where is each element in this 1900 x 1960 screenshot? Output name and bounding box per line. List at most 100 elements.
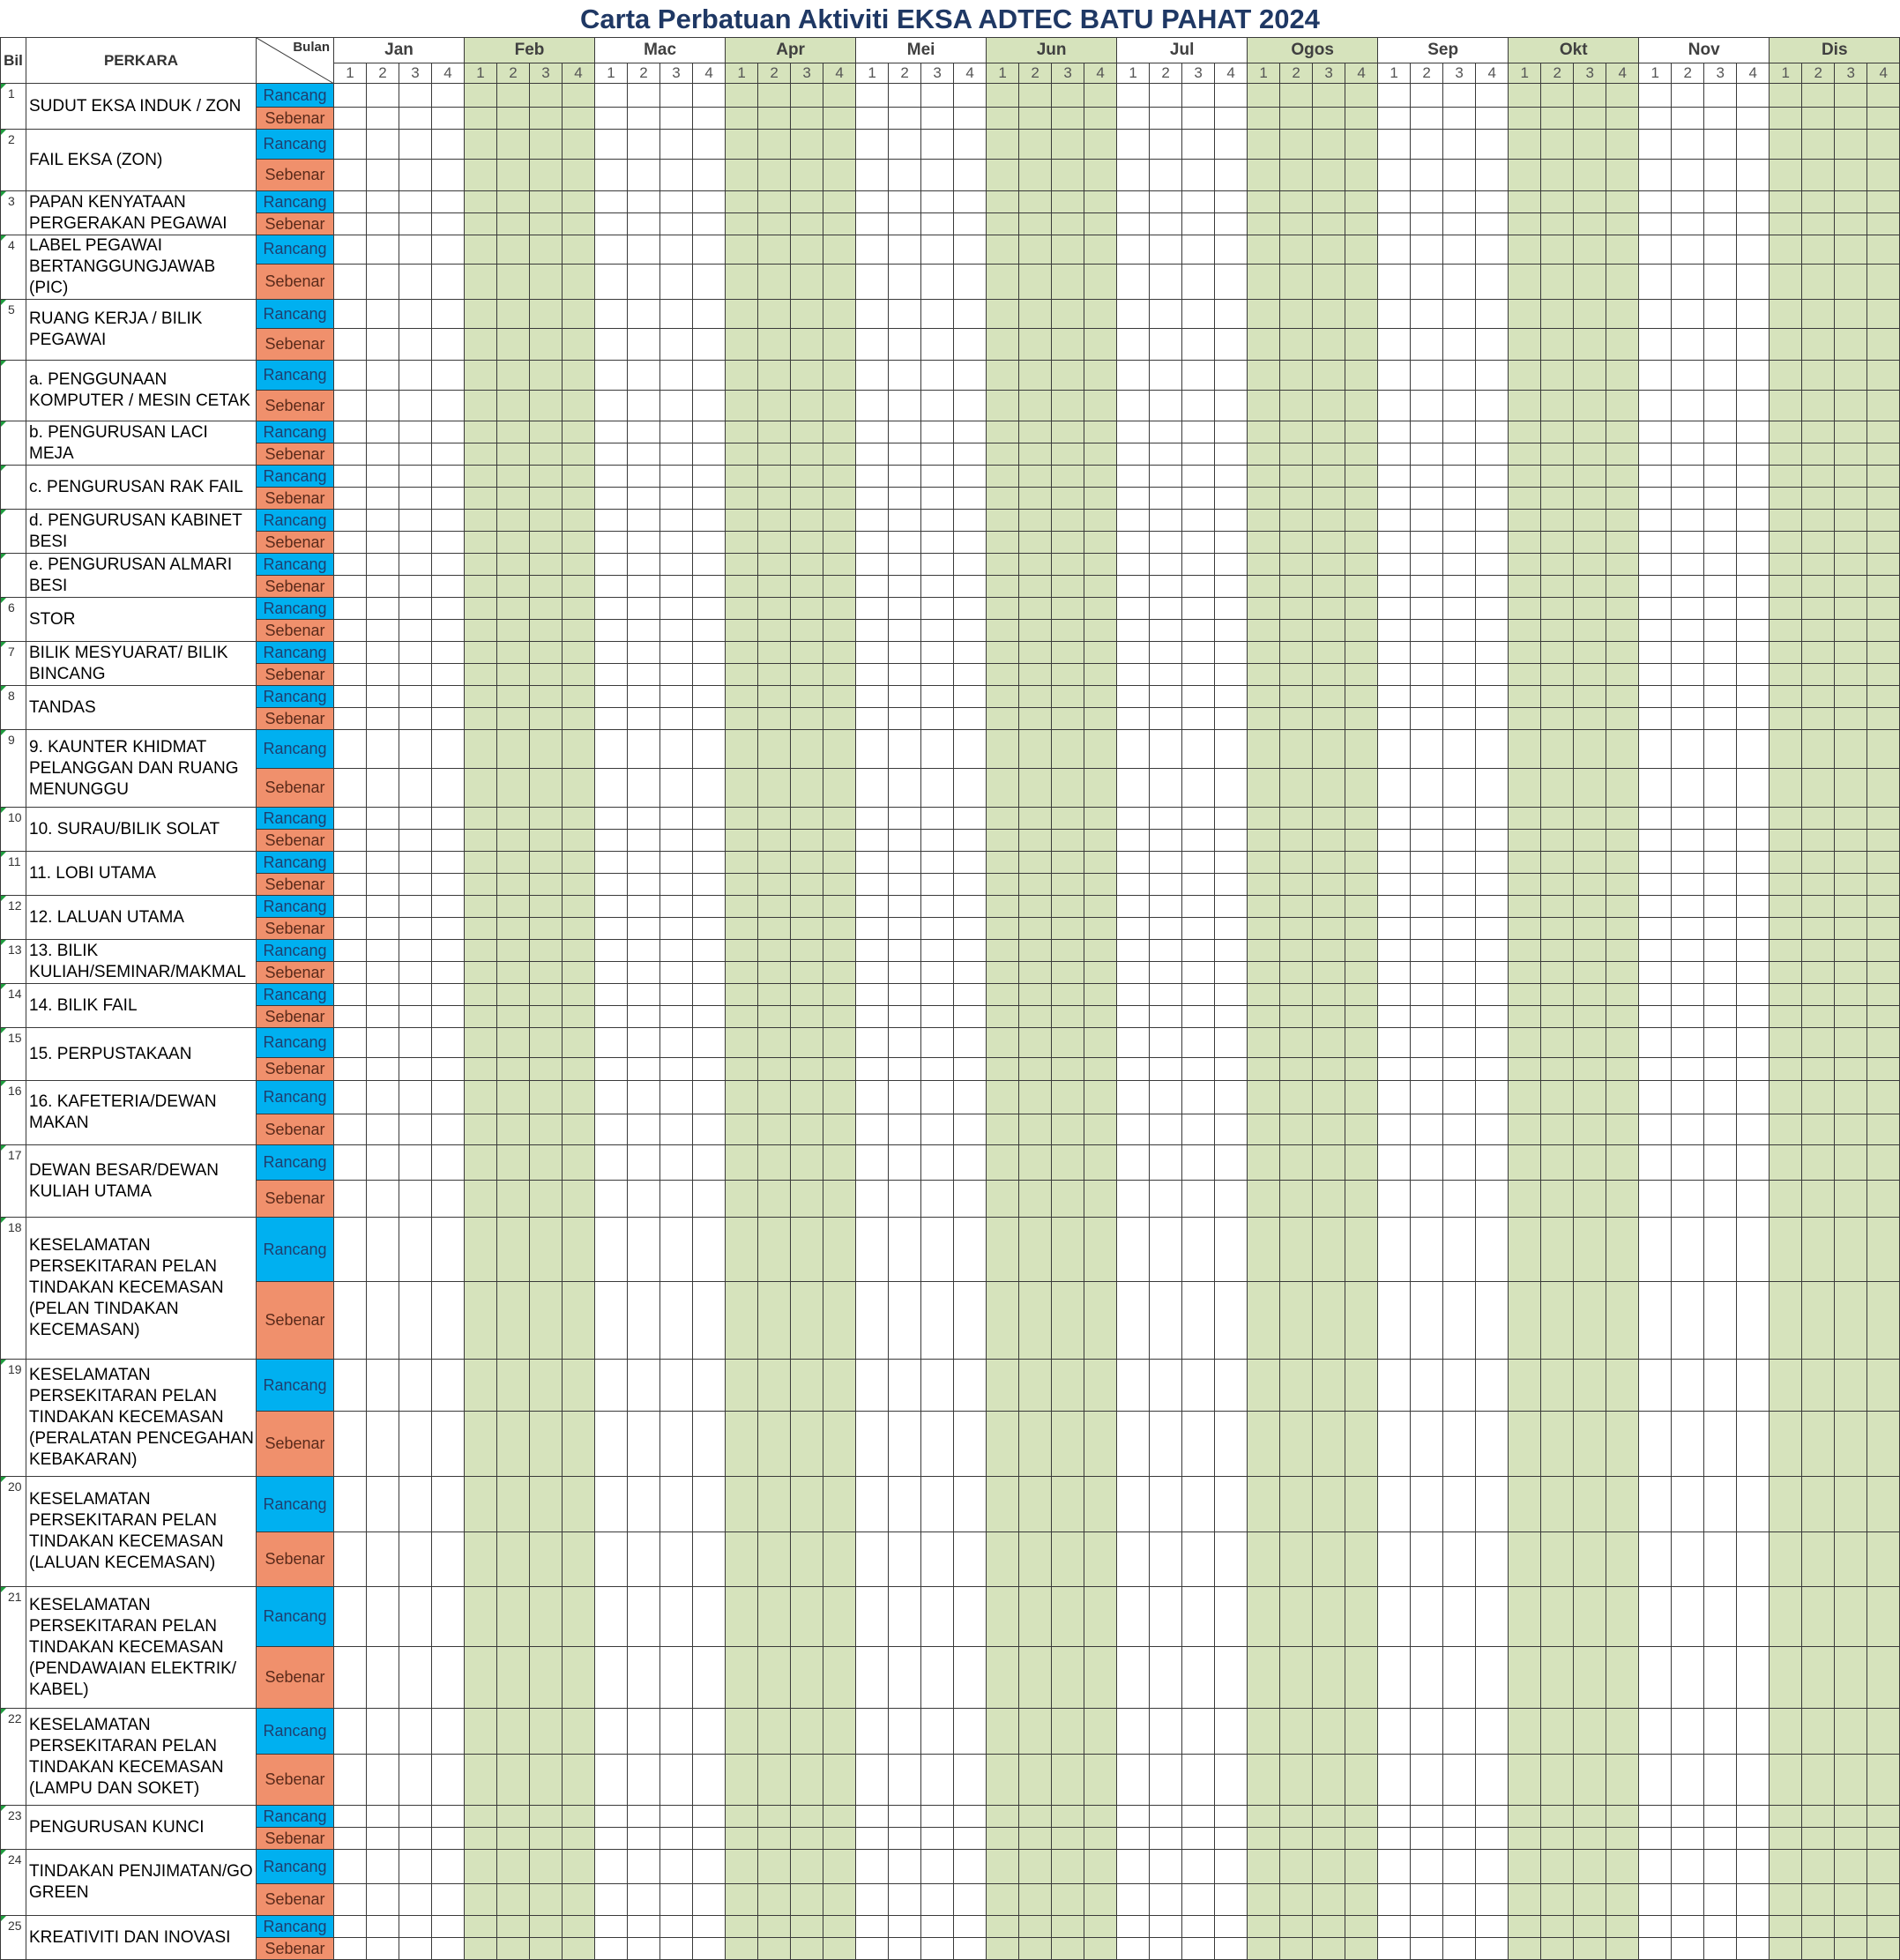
schedule-cell[interactable] bbox=[1084, 917, 1118, 940]
schedule-cell[interactable] bbox=[1638, 1080, 1673, 1114]
schedule-cell[interactable] bbox=[1214, 1937, 1248, 1960]
schedule-cell[interactable] bbox=[823, 1531, 857, 1587]
schedule-cell[interactable] bbox=[1018, 917, 1053, 940]
schedule-cell[interactable] bbox=[920, 685, 955, 708]
schedule-cell[interactable] bbox=[431, 1057, 465, 1081]
schedule-cell[interactable] bbox=[920, 983, 955, 1006]
schedule-cell[interactable] bbox=[1703, 83, 1738, 108]
schedule-cell[interactable] bbox=[496, 487, 530, 510]
schedule-cell[interactable] bbox=[1606, 1805, 1640, 1828]
schedule-cell[interactable] bbox=[464, 1827, 497, 1850]
schedule-cell[interactable] bbox=[1247, 1827, 1281, 1850]
schedule-cell[interactable] bbox=[1345, 619, 1379, 642]
schedule-cell[interactable] bbox=[1671, 983, 1705, 1006]
schedule-cell[interactable] bbox=[986, 159, 1020, 191]
schedule-cell[interactable] bbox=[855, 1080, 890, 1114]
schedule-cell[interactable] bbox=[1116, 1708, 1151, 1755]
schedule-cell[interactable] bbox=[692, 873, 726, 896]
schedule-cell[interactable] bbox=[1214, 1005, 1248, 1028]
schedule-cell[interactable] bbox=[1214, 961, 1248, 984]
schedule-cell[interactable] bbox=[855, 1805, 890, 1828]
schedule-cell[interactable] bbox=[1051, 107, 1085, 130]
schedule-cell[interactable] bbox=[1540, 597, 1575, 620]
schedule-cell[interactable] bbox=[561, 443, 596, 466]
schedule-cell[interactable] bbox=[529, 509, 563, 532]
schedule-cell[interactable] bbox=[464, 917, 497, 940]
schedule-cell[interactable] bbox=[986, 939, 1020, 962]
schedule-cell[interactable] bbox=[888, 917, 922, 940]
schedule-cell[interactable] bbox=[1116, 553, 1151, 576]
schedule-cell[interactable] bbox=[986, 1180, 1020, 1218]
schedule-cell[interactable] bbox=[1410, 263, 1444, 301]
schedule-cell[interactable] bbox=[1508, 360, 1542, 391]
schedule-cell[interactable] bbox=[986, 1057, 1020, 1081]
schedule-cell[interactable] bbox=[1051, 1937, 1085, 1960]
schedule-cell[interactable] bbox=[1442, 107, 1477, 130]
schedule-cell[interactable] bbox=[790, 235, 824, 265]
schedule-cell[interactable] bbox=[1508, 1359, 1542, 1412]
schedule-cell[interactable] bbox=[1671, 421, 1705, 443]
schedule-cell[interactable] bbox=[1247, 190, 1281, 213]
schedule-cell[interactable] bbox=[399, 443, 432, 466]
schedule-cell[interactable] bbox=[1703, 807, 1738, 830]
schedule-cell[interactable] bbox=[757, 597, 792, 620]
schedule-cell[interactable] bbox=[464, 807, 497, 830]
schedule-cell[interactable] bbox=[1312, 685, 1346, 708]
schedule-cell[interactable] bbox=[1018, 421, 1053, 443]
schedule-cell[interactable] bbox=[855, 1144, 890, 1181]
schedule-cell[interactable] bbox=[333, 983, 367, 1006]
schedule-cell[interactable] bbox=[1573, 641, 1607, 664]
schedule-cell[interactable] bbox=[1345, 807, 1379, 830]
schedule-cell[interactable] bbox=[1540, 1005, 1575, 1028]
schedule-cell[interactable] bbox=[1181, 465, 1216, 488]
schedule-cell[interactable] bbox=[1508, 1080, 1542, 1114]
schedule-cell[interactable] bbox=[1540, 190, 1575, 213]
schedule-cell[interactable] bbox=[725, 641, 759, 664]
schedule-cell[interactable] bbox=[464, 421, 497, 443]
schedule-cell[interactable] bbox=[823, 1005, 857, 1028]
schedule-cell[interactable] bbox=[431, 961, 465, 984]
schedule-cell[interactable] bbox=[431, 829, 465, 852]
schedule-cell[interactable] bbox=[1279, 1411, 1314, 1477]
schedule-cell[interactable] bbox=[1834, 1937, 1868, 1960]
schedule-cell[interactable] bbox=[1018, 1411, 1053, 1477]
schedule-cell[interactable] bbox=[1573, 553, 1607, 576]
schedule-cell[interactable] bbox=[1377, 895, 1412, 918]
schedule-cell[interactable] bbox=[366, 1005, 399, 1028]
schedule-cell[interactable] bbox=[953, 465, 987, 488]
schedule-cell[interactable] bbox=[333, 1217, 367, 1282]
schedule-cell[interactable] bbox=[366, 807, 399, 830]
schedule-cell[interactable] bbox=[627, 390, 661, 421]
schedule-cell[interactable] bbox=[1606, 443, 1640, 466]
schedule-cell[interactable] bbox=[1703, 553, 1738, 576]
schedule-cell[interactable] bbox=[561, 1217, 596, 1282]
schedule-cell[interactable] bbox=[399, 575, 432, 598]
schedule-cell[interactable] bbox=[1214, 129, 1248, 160]
schedule-cell[interactable] bbox=[823, 983, 857, 1006]
schedule-cell[interactable] bbox=[1736, 531, 1770, 554]
schedule-cell[interactable] bbox=[1866, 129, 1900, 160]
schedule-cell[interactable] bbox=[1410, 487, 1444, 510]
schedule-cell[interactable] bbox=[1149, 1057, 1183, 1081]
schedule-cell[interactable] bbox=[1508, 707, 1542, 730]
schedule-cell[interactable] bbox=[1540, 768, 1575, 808]
schedule-cell[interactable] bbox=[790, 1476, 824, 1532]
schedule-cell[interactable] bbox=[823, 190, 857, 213]
schedule-cell[interactable] bbox=[855, 129, 890, 160]
schedule-cell[interactable] bbox=[953, 829, 987, 852]
schedule-cell[interactable] bbox=[659, 299, 694, 329]
schedule-cell[interactable] bbox=[1084, 1217, 1118, 1282]
schedule-cell[interactable] bbox=[496, 873, 530, 896]
schedule-cell[interactable] bbox=[627, 768, 661, 808]
schedule-cell[interactable] bbox=[1084, 939, 1118, 962]
schedule-cell[interactable] bbox=[1051, 807, 1085, 830]
schedule-cell[interactable] bbox=[1116, 1754, 1151, 1806]
schedule-cell[interactable] bbox=[1834, 299, 1868, 329]
schedule-cell[interactable] bbox=[659, 1646, 694, 1709]
schedule-cell[interactable] bbox=[1279, 443, 1314, 466]
schedule-cell[interactable] bbox=[1866, 1754, 1900, 1806]
schedule-cell[interactable] bbox=[986, 1883, 1020, 1916]
schedule-cell[interactable] bbox=[1312, 328, 1346, 361]
schedule-cell[interactable] bbox=[1018, 1144, 1053, 1181]
schedule-cell[interactable] bbox=[1540, 619, 1575, 642]
